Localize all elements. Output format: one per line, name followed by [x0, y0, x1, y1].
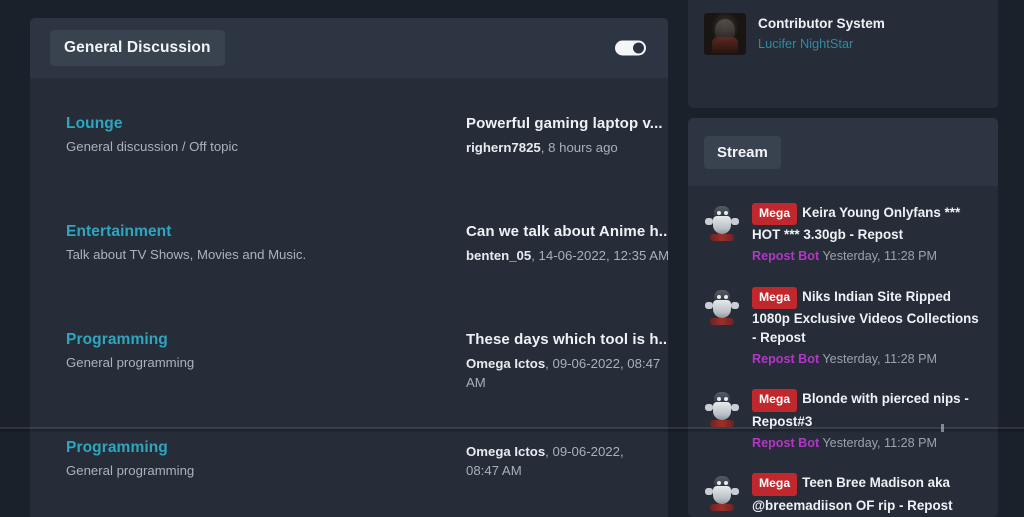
forum-row[interactable]: Programming General programming These da… — [30, 316, 668, 424]
stream-title-wrap: Mega Niks Indian Site Ripped 1080p Exclus… — [752, 286, 986, 347]
thread-meta: Omega Ictos, 09-06-2022, 08:47 AM — [466, 354, 668, 392]
forum-link-programming[interactable]: Programming — [66, 330, 466, 349]
announcement-text: Contributor System Lucifer NightStar — [758, 15, 885, 52]
forum-link-programming[interactable]: Programming — [66, 438, 466, 457]
announcement-title[interactable]: Contributor System — [758, 15, 885, 33]
thread-meta: benten_05, 14-06-2022, 12:35 AM — [466, 246, 668, 265]
forum-info: Lounge General discussion / Off topic — [66, 112, 466, 156]
stream-title-wrap: Mega Blonde with pierced nips - Repost#3 — [752, 389, 986, 430]
thread-title[interactable]: These days which tool is h... — [466, 330, 668, 350]
stream-badge[interactable]: Stream — [704, 135, 781, 169]
stream-author[interactable]: Repost Bot — [752, 352, 819, 366]
thread-author[interactable]: righern7825 — [466, 140, 541, 155]
stream-text: Mega Keira Young Onlyfans *** HOT *** 3.3… — [752, 203, 986, 265]
stream-item[interactable]: Mega Keira Young Onlyfans *** HOT *** 3.3… — [688, 192, 998, 276]
forum-row[interactable]: Lounge General discussion / Off topic Po… — [30, 100, 668, 208]
forum-page: General Discussion Lounge General discus… — [0, 0, 1024, 517]
stream-card: Stream Mega Keira Young Onlyfans *** HOT … — [688, 118, 998, 517]
forum-info: Entertainment Talk about TV Shows, Movie… — [66, 220, 466, 264]
forum-description: General programming — [66, 463, 195, 479]
general-discussion-panel: General Discussion Lounge General discus… — [30, 18, 668, 517]
latest-thread: Powerful gaming laptop v... righern7825,… — [466, 112, 663, 157]
stream-text: Mega Blonde with pierced nips - Repost#3 … — [752, 389, 986, 451]
stream-list: Mega Keira Young Onlyfans *** HOT *** 3.3… — [688, 186, 998, 517]
forum-link-lounge[interactable]: Lounge — [66, 114, 466, 133]
stream-meta: Repost Bot Yesterday, 11:28 PM — [752, 435, 986, 451]
avatar — [704, 13, 746, 55]
thread-meta: righern7825, 8 hours ago — [466, 138, 663, 157]
stream-time: Yesterday, 11:28 PM — [819, 249, 938, 264]
forum-link-entertainment[interactable]: Entertainment — [66, 222, 466, 241]
thread-title[interactable]: Can we talk about Anime h... — [466, 222, 668, 242]
stream-meta: Repost Bot Yesterday, 11:28 PM — [752, 248, 986, 264]
mega-badge: Mega — [752, 203, 798, 226]
announcements-card: Credits Redemption System Lucifer NightS… — [688, 0, 998, 108]
mega-badge: Mega — [752, 473, 798, 496]
forum-description: General discussion / Off topic — [66, 139, 239, 155]
thread-title[interactable]: Powerful gaming laptop v... — [466, 114, 663, 134]
latest-thread: Omega Ictos, 09-06-2022, 08:47 AM — [466, 436, 646, 480]
stream-item[interactable]: Mega Teen Bree Madison aka @breemadiison … — [688, 462, 998, 517]
stream-time: Yesterday, 11:28 PM — [819, 435, 938, 450]
stream-author[interactable]: Repost Bot — [752, 436, 819, 450]
forum-list: Lounge General discussion / Off topic Po… — [30, 78, 668, 517]
stream-item[interactable]: Mega Blonde with pierced nips - Repost#3 … — [688, 378, 998, 462]
stream-title-wrap: Mega Keira Young Onlyfans *** HOT *** 3.3… — [752, 203, 986, 244]
stream-item[interactable]: Mega Niks Indian Site Ripped 1080p Exclus… — [688, 276, 998, 379]
forum-info: Programming General programming — [66, 436, 466, 480]
thread-time: , 14-06-2022, 12:35 AM — [531, 247, 668, 263]
latest-thread: Can we talk about Anime h... benten_05, … — [466, 220, 668, 265]
bot-avatar-icon — [703, 473, 741, 512]
bot-avatar-icon — [703, 389, 741, 428]
stream-text: Mega Niks Indian Site Ripped 1080p Exclus… — [752, 286, 986, 368]
forum-description: Talk about TV Shows, Movies and Music. — [66, 247, 307, 263]
toggle-knob — [633, 42, 644, 54]
thread-time: , 8 hours ago — [540, 139, 618, 155]
stream-time: Yesterday, 11:28 PM — [819, 352, 938, 367]
thread-meta: Omega Ictos, 09-06-2022, 08:47 AM — [466, 442, 646, 480]
latest-thread: These days which tool is h... Omega Icto… — [466, 328, 668, 392]
stream-text: Mega Teen Bree Madison aka @breemadiison … — [752, 473, 986, 517]
mega-badge: Mega — [752, 286, 798, 310]
bot-avatar-icon — [703, 203, 741, 241]
stream-title-wrap: Mega Teen Bree Madison aka @breemadiison … — [752, 473, 986, 514]
thread-author[interactable]: benten_05 — [466, 248, 531, 263]
thread-author[interactable]: Omega Ictos — [466, 356, 545, 371]
stream-header: Stream — [688, 118, 998, 186]
stream-meta: Repost Bot Yesterday, 11:28 PM — [752, 351, 986, 367]
bot-avatar-icon — [703, 287, 741, 325]
announcement-author[interactable]: Lucifer NightStar — [758, 36, 885, 53]
forum-description: General programming — [66, 355, 195, 371]
thread-author[interactable]: Omega Ictos — [466, 444, 545, 459]
collapse-toggle[interactable] — [615, 40, 646, 56]
forum-row[interactable]: Entertainment Talk about TV Shows, Movie… — [30, 208, 668, 316]
stream-author[interactable]: Repost Bot — [752, 249, 819, 263]
forum-info: Programming General programming — [66, 328, 466, 372]
category-badge[interactable]: General Discussion — [50, 30, 225, 66]
right-sidebar: Credits Redemption System Lucifer NightS… — [688, 0, 998, 517]
mega-badge: Mega — [752, 389, 798, 412]
forum-row[interactable]: Programming General programming Omega Ic… — [30, 424, 668, 517]
announcement-item[interactable]: Contributor System Lucifer NightStar — [688, 4, 998, 64]
panel-header: General Discussion — [30, 18, 668, 78]
